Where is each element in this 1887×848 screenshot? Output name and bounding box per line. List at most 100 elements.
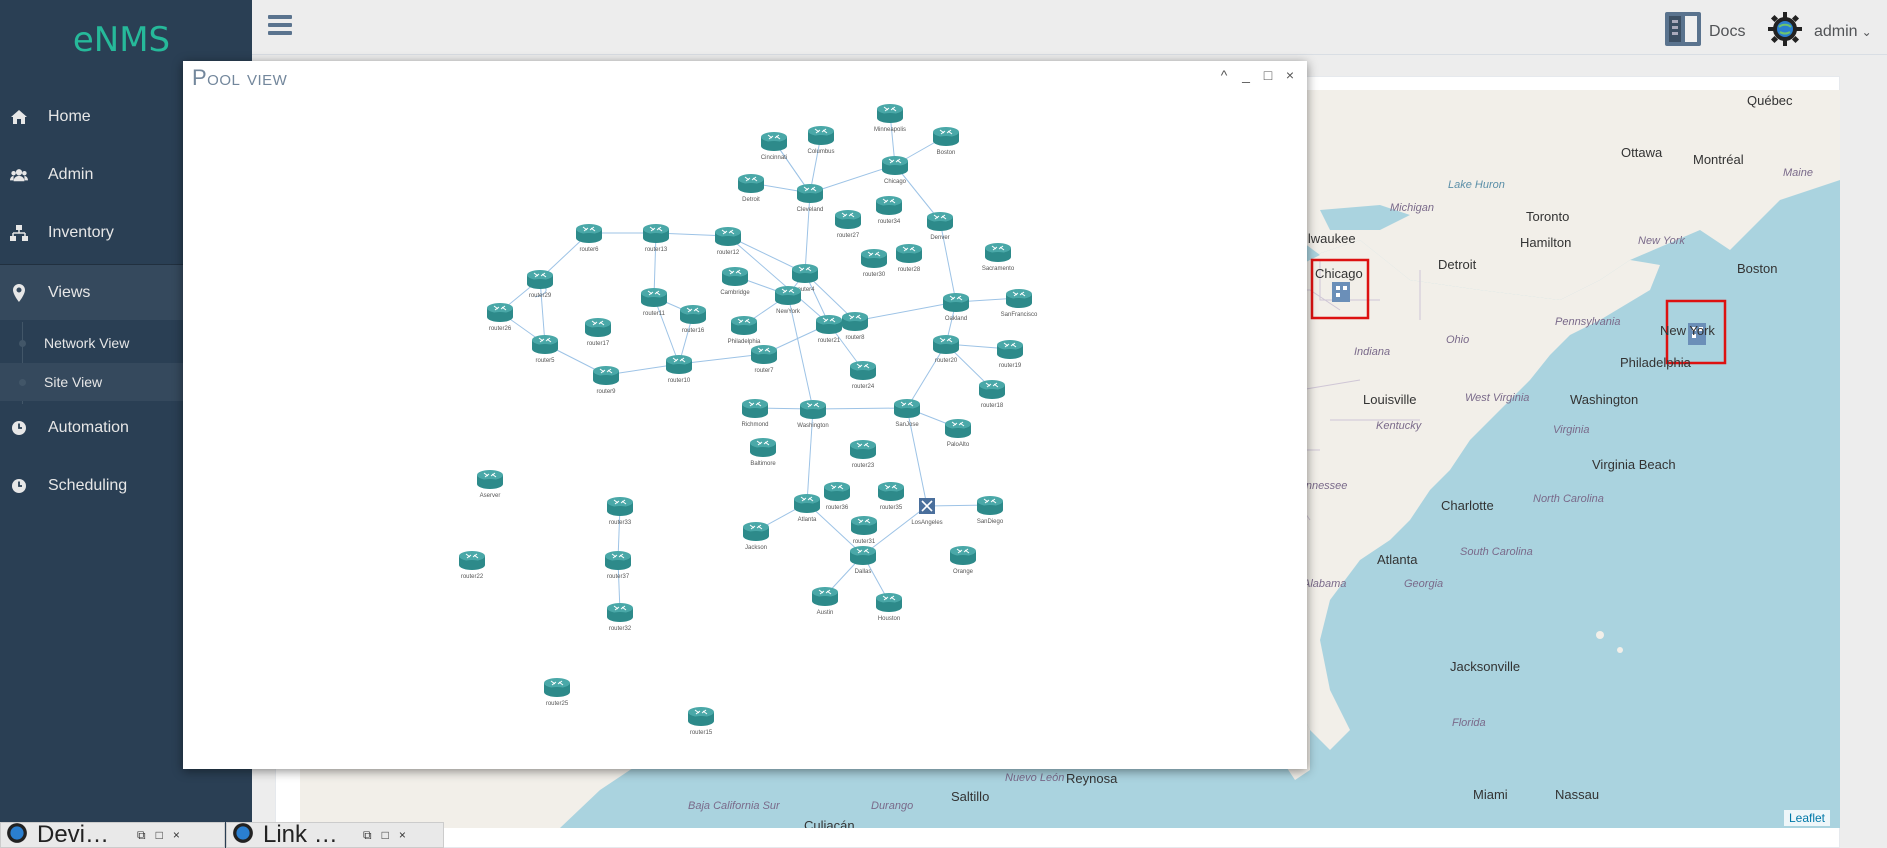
graph-link[interactable] bbox=[812, 407, 908, 410]
router-node[interactable]: router36 bbox=[824, 482, 850, 511]
router-node[interactable]: router16 bbox=[680, 305, 706, 334]
restore-icon[interactable]: ⧉ bbox=[137, 828, 146, 843]
router-node[interactable]: router19 bbox=[997, 340, 1023, 369]
router-node[interactable]: Chicago bbox=[882, 156, 908, 185]
router-node[interactable]: router37 bbox=[605, 551, 631, 580]
router-node[interactable]: Jackson bbox=[743, 522, 769, 551]
node-label: router32 bbox=[609, 626, 632, 632]
graph-link[interactable] bbox=[906, 343, 947, 409]
router-node[interactable]: router7 bbox=[751, 345, 777, 374]
router-node[interactable]: router22 bbox=[459, 551, 485, 580]
router-node[interactable]: router34 bbox=[876, 196, 902, 225]
node-label: router6 bbox=[579, 247, 599, 253]
router-node[interactable]: router21 bbox=[816, 315, 842, 344]
brand-logo[interactable]: eNMS bbox=[0, 20, 243, 60]
router-node[interactable]: Denver bbox=[927, 212, 953, 241]
restore-icon[interactable]: ⧉ bbox=[363, 828, 372, 843]
router-node[interactable]: Richmond bbox=[741, 399, 769, 428]
router-node[interactable]: Orange bbox=[950, 546, 976, 575]
router-node[interactable]: SanDiego bbox=[977, 496, 1004, 525]
user-menu[interactable]: admin ⌄ bbox=[1768, 12, 1872, 51]
router-node[interactable]: Atlanta bbox=[794, 494, 820, 523]
router-node[interactable]: Detroit bbox=[738, 174, 764, 203]
router-node[interactable]: router30 bbox=[861, 249, 887, 278]
node-label: router31 bbox=[853, 539, 876, 545]
router-node[interactable]: router31 bbox=[851, 516, 877, 545]
graph-link[interactable] bbox=[804, 192, 811, 274]
router-node[interactable]: Sacramento bbox=[982, 243, 1015, 272]
router-node[interactable]: Aserver bbox=[477, 470, 503, 499]
router-node[interactable]: router27 bbox=[835, 210, 861, 239]
node-label: router23 bbox=[852, 463, 875, 469]
map-label: Baja California Sur bbox=[688, 800, 780, 812]
router-node[interactable]: Cincinnati bbox=[761, 132, 787, 161]
network-graph[interactable]: Minneapolis Boston Columbus Cincinnati Chica… bbox=[183, 61, 1307, 769]
router-node[interactable]: Cleveland bbox=[797, 184, 824, 213]
router-node[interactable]: router8 bbox=[842, 312, 868, 341]
router-node[interactable]: Columbus bbox=[807, 126, 835, 155]
node-label: router26 bbox=[489, 326, 512, 332]
pool-view-window[interactable]: Pool view ^ _ □ × Minneapolis Boston Colum… bbox=[183, 61, 1307, 769]
close-icon[interactable]: × bbox=[173, 828, 180, 843]
gear-icon bbox=[229, 823, 257, 847]
graph-link[interactable] bbox=[939, 220, 957, 303]
router-node[interactable]: SanFrancisco bbox=[1001, 289, 1038, 318]
router-node[interactable]: router17 bbox=[585, 318, 611, 347]
switch-node[interactable]: LosAngeles bbox=[911, 498, 943, 526]
router-node[interactable]: router24 bbox=[850, 361, 876, 390]
router-node[interactable]: Austin bbox=[812, 587, 838, 616]
node-label: Dallas bbox=[855, 569, 872, 575]
sidebar-item-label: Scheduling bbox=[48, 477, 128, 494]
router-node[interactable]: Baltimore bbox=[750, 438, 776, 467]
close-icon[interactable]: × bbox=[399, 828, 406, 843]
router-node[interactable]: router15 bbox=[688, 707, 714, 736]
router-node[interactable]: router9 bbox=[593, 366, 619, 395]
router-node[interactable]: router18 bbox=[979, 380, 1005, 409]
node-label: router21 bbox=[818, 338, 841, 344]
router-node[interactable]: router13 bbox=[643, 224, 669, 253]
node-label: router29 bbox=[529, 293, 552, 299]
docked-window-links[interactable]: Link … ⧉ □ × bbox=[226, 822, 444, 848]
router-node[interactable]: router11 bbox=[641, 288, 667, 317]
node-label: router34 bbox=[878, 219, 901, 225]
router-node[interactable]: Minneapolis bbox=[874, 104, 906, 133]
router-node[interactable]: router28 bbox=[896, 244, 922, 273]
router-node[interactable]: SanJose bbox=[894, 399, 920, 428]
map-label: Alabama bbox=[1303, 578, 1347, 590]
leaflet-attribution[interactable]: Leaflet bbox=[1783, 810, 1830, 826]
router-node[interactable]: router32 bbox=[607, 603, 633, 632]
docked-window-devices[interactable]: Devi… ⧉ □ × bbox=[0, 822, 225, 848]
router-node[interactable]: router26 bbox=[487, 303, 513, 332]
graph-link[interactable] bbox=[854, 301, 957, 322]
submenu-dot bbox=[19, 378, 26, 386]
chevron-down-icon: ⌄ bbox=[1861, 24, 1872, 39]
docs-link[interactable]: Docs bbox=[1665, 12, 1745, 51]
book-icon bbox=[1665, 12, 1701, 51]
router-node[interactable]: router6 bbox=[576, 224, 602, 253]
router-node[interactable]: Cambridge bbox=[720, 267, 750, 296]
router-node[interactable]: router12 bbox=[715, 227, 741, 256]
maximize-icon[interactable]: □ bbox=[382, 828, 389, 843]
menu-toggle-icon[interactable] bbox=[268, 15, 292, 37]
map-label: Chicago bbox=[1315, 266, 1363, 281]
graph-link[interactable] bbox=[653, 296, 680, 365]
node-label: router24 bbox=[852, 384, 875, 390]
node-label: Philadelphia bbox=[728, 339, 761, 345]
router-node[interactable]: Philadelphia bbox=[728, 316, 761, 345]
router-node[interactable]: Washington bbox=[797, 400, 829, 429]
router-node[interactable]: router33 bbox=[607, 497, 633, 526]
router-node[interactable]: router25 bbox=[544, 678, 570, 707]
router-node[interactable]: router5 bbox=[532, 335, 558, 364]
node-label: router18 bbox=[981, 403, 1004, 409]
router-node[interactable]: router35 bbox=[878, 482, 904, 511]
router-node[interactable]: router23 bbox=[850, 440, 876, 469]
router-node[interactable]: Houston bbox=[876, 593, 902, 622]
router-node[interactable]: router29 bbox=[527, 270, 553, 299]
router-node[interactable]: Oakland bbox=[943, 293, 969, 322]
router-node[interactable]: router20 bbox=[933, 335, 959, 364]
router-node[interactable]: Boston bbox=[933, 127, 959, 156]
maximize-icon[interactable]: □ bbox=[156, 828, 163, 843]
router-node[interactable]: NewYork bbox=[775, 286, 801, 315]
router-node[interactable]: PaloAlto bbox=[945, 419, 971, 448]
router-node[interactable]: router10 bbox=[666, 355, 692, 384]
